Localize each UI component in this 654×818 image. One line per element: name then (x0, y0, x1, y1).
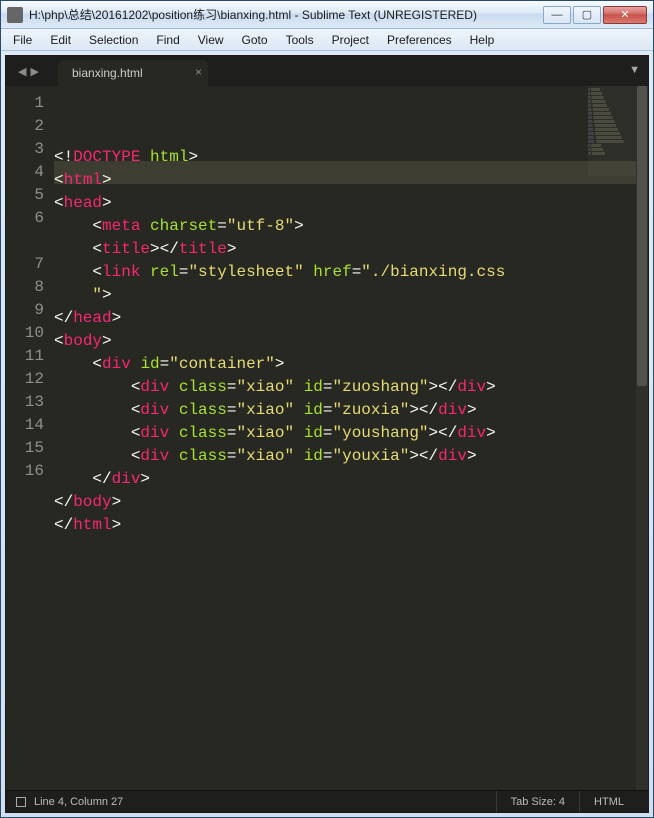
minimap[interactable] (588, 88, 634, 144)
vertical-scrollbar[interactable] (636, 86, 648, 790)
titlebar[interactable]: H:\php\总结\20161202\position练习\bianxing.h… (1, 1, 653, 29)
code-line[interactable]: <body> (54, 330, 648, 353)
maximize-button[interactable]: ▢ (573, 6, 601, 24)
code-line[interactable]: <div class="xiao" id="zuoshang"></div> (54, 376, 648, 399)
editor[interactable]: 12345678910111213141516 <!DOCTYPE html><… (6, 86, 648, 790)
tab-forward-icon[interactable]: ▶ (30, 65, 38, 78)
tab-label: bianxing.html (72, 66, 143, 80)
code-line[interactable]: <div class="xiao" id="youshang"></div> (54, 422, 648, 445)
code-line[interactable]: <div id="container"> (54, 353, 648, 376)
menu-file[interactable]: File (5, 31, 40, 49)
menu-find[interactable]: Find (148, 31, 187, 49)
code-line[interactable]: </body> (54, 491, 648, 514)
tab-back-icon[interactable]: ◀ (18, 65, 26, 78)
tab-dropdown-icon[interactable]: ▼ (629, 64, 640, 76)
menu-preferences[interactable]: Preferences (379, 31, 460, 49)
line-number: 15 (6, 437, 44, 460)
tab-active[interactable]: bianxing.html × (58, 60, 208, 86)
line-number: 3 (6, 138, 44, 161)
status-panel-icon[interactable] (16, 797, 26, 807)
menu-project[interactable]: Project (324, 31, 377, 49)
status-position[interactable]: Line 4, Column 27 (34, 796, 123, 808)
menu-edit[interactable]: Edit (42, 31, 79, 49)
code-line[interactable]: </html> (54, 514, 648, 537)
tab-close-icon[interactable]: × (195, 66, 202, 78)
line-number: 10 (6, 322, 44, 345)
line-number (6, 230, 44, 253)
line-number: 9 (6, 299, 44, 322)
line-number: 16 (6, 460, 44, 483)
menu-goto[interactable]: Goto (234, 31, 276, 49)
code-line[interactable]: <meta charset="utf-8"> (54, 215, 648, 238)
app-window: H:\php\总结\20161202\position练习\bianxing.h… (0, 0, 654, 818)
window-buttons: — ▢ ✕ (543, 6, 647, 24)
line-number: 5 (6, 184, 44, 207)
status-tabsize[interactable]: Tab Size: 4 (496, 791, 579, 812)
menu-help[interactable]: Help (462, 31, 503, 49)
menu-view[interactable]: View (190, 31, 232, 49)
close-button[interactable]: ✕ (603, 6, 647, 24)
code-line[interactable]: <head> (54, 192, 648, 215)
app-icon (7, 7, 23, 23)
code-area[interactable]: <!DOCTYPE html><html><head> <meta charse… (54, 86, 648, 790)
window-title: H:\php\总结\20161202\position练习\bianxing.h… (29, 6, 543, 23)
line-number: 12 (6, 368, 44, 391)
line-number: 7 (6, 253, 44, 276)
status-bar: Line 4, Column 27 Tab Size: 4 HTML (6, 790, 648, 812)
line-number: 1 (6, 92, 44, 115)
line-number: 14 (6, 414, 44, 437)
code-line[interactable]: </div> (54, 468, 648, 491)
client-area: ◀ ▶ bianxing.html × ▼ 123456789101112131… (5, 55, 649, 813)
line-number: 6 (6, 207, 44, 230)
code-line[interactable]: "> (54, 284, 648, 307)
scrollbar-thumb[interactable] (637, 86, 647, 386)
code-line[interactable]: <title></title> (54, 238, 648, 261)
gutter: 12345678910111213141516 (6, 86, 54, 790)
status-syntax[interactable]: HTML (579, 791, 638, 812)
menu-tools[interactable]: Tools (278, 31, 322, 49)
line-number: 2 (6, 115, 44, 138)
line-number: 8 (6, 276, 44, 299)
code-line[interactable]: </head> (54, 307, 648, 330)
line-number: 11 (6, 345, 44, 368)
code-line[interactable]: <link rel="stylesheet" href="./bianxing.… (54, 261, 648, 284)
tab-nav: ◀ ▶ (14, 60, 52, 82)
line-number: 4 (6, 161, 44, 184)
menubar: FileEditSelectionFindViewGotoToolsProjec… (1, 29, 653, 51)
code-line[interactable]: <div class="xiao" id="zuoxia"></div> (54, 399, 648, 422)
line-number: 13 (6, 391, 44, 414)
code-line[interactable]: <div class="xiao" id="youxia"></div> (54, 445, 648, 468)
minimize-button[interactable]: — (543, 6, 571, 24)
tab-bar: ◀ ▶ bianxing.html × ▼ (6, 56, 648, 86)
menu-selection[interactable]: Selection (81, 31, 146, 49)
